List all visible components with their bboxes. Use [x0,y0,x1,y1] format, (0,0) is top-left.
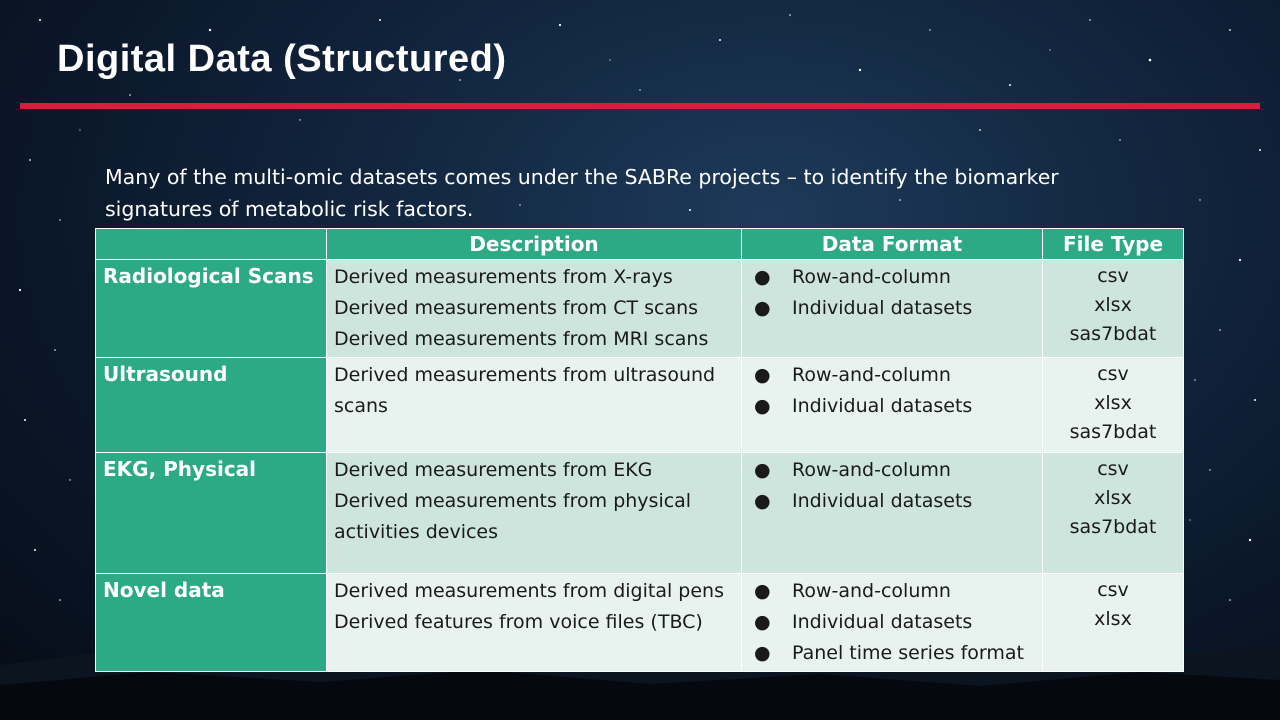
header-category [95,228,327,260]
description-line: Derived features from voice files (TBC) [334,611,703,633]
row-description: Derived measurements from X-rays Derived… [326,259,742,358]
row-category: Radiological Scans [95,259,327,358]
description-line: Derived measurements from CT scans [334,297,699,319]
header-description: Description [326,228,742,260]
format-item: ● Row-and-column [749,576,1035,607]
format-item: ● Panel time series format [749,638,1035,669]
file-type-value: sas7bdat [1069,421,1157,443]
bullet-icon: ● [754,580,771,602]
file-type-value: xlsx [1094,392,1132,414]
bullet-icon: ● [754,642,771,664]
row-file-type: csv xlsx sas7bdat [1042,452,1184,574]
table-row: Radiological Scans Derived measurements … [95,259,1184,358]
header-data-format: Data Format [741,228,1043,260]
format-item: ● Row-and-column [749,360,1035,391]
description-line: Derived measurements from digital pens [334,580,724,602]
data-table: Description Data Format File Type Radiol… [95,228,1184,672]
table-header-row: Description Data Format File Type [95,228,1184,260]
format-item: ● Row-and-column [749,455,1035,486]
bullet-icon: ● [754,490,771,512]
file-type-value: sas7bdat [1069,516,1157,538]
file-type-value: xlsx [1094,608,1132,630]
description-line: Derived measurements from physical activ… [334,490,692,543]
title-underline [20,103,1260,109]
row-category: Ultrasound [95,357,327,453]
row-data-format: ● Row-and-column ● Individual datasets [741,357,1043,453]
row-description: Derived measurements from ultrasound sca… [326,357,742,453]
format-item: ● Individual datasets [749,486,1035,517]
row-data-format: ● Row-and-column ● Individual datasets [741,452,1043,574]
format-item: ● Row-and-column [749,262,1035,293]
description-line: Derived measurements from MRI scans [334,328,709,350]
file-type-value: xlsx [1094,487,1132,509]
intro-paragraph: Many of the multi-omic datasets comes un… [105,164,1059,221]
file-type-value: csv [1097,458,1129,480]
file-type-value: csv [1097,363,1129,385]
table-row: Ultrasound Derived measurements from ult… [95,357,1184,453]
description-line: Derived measurements from X-rays [334,266,673,288]
format-item: ● Individual datasets [749,293,1035,324]
format-item: ● Individual datasets [749,391,1035,422]
file-type-value: sas7bdat [1069,323,1157,345]
bullet-icon: ● [754,395,771,417]
description-line: Derived measurements from ultrasound sca… [334,364,716,417]
bullet-icon: ● [754,459,771,481]
file-type-value: xlsx [1094,294,1132,316]
row-category: Novel data [95,573,327,672]
row-category: EKG, Physical [95,452,327,574]
header-file-type: File Type [1042,228,1184,260]
file-type-value: csv [1097,265,1129,287]
description-line: Derived measurements from EKG [334,459,653,481]
row-data-format: ● Row-and-column ● Individual datasets ● Pa… [741,573,1043,672]
bullet-icon: ● [754,364,771,386]
row-file-type: csv xlsx sas7bdat [1042,259,1184,358]
row-description: Derived measurements from digital pens D… [326,573,742,672]
file-type-value: csv [1097,579,1129,601]
bullet-icon: ● [754,611,771,633]
bullet-icon: ● [754,297,771,319]
row-file-type: csv xlsx [1042,573,1184,672]
table-row: Novel data Derived measurements from dig… [95,573,1184,672]
format-item: ● Individual datasets [749,607,1035,638]
table-row: EKG, Physical Derived measurements from … [95,452,1184,574]
row-data-format: ● Row-and-column ● Individual datasets [741,259,1043,358]
row-description: Derived measurements from EKG Derived me… [326,452,742,574]
slide-title: Digital Data (Structured) [57,38,507,80]
row-file-type: csv xlsx sas7bdat [1042,357,1184,453]
bullet-icon: ● [754,266,771,288]
